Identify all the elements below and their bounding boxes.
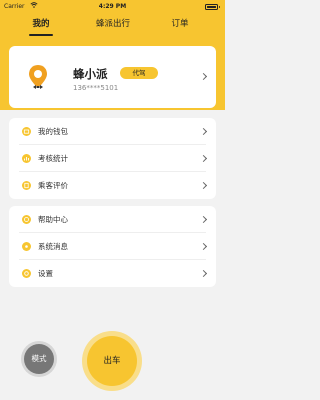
help-icon (22, 215, 31, 224)
battery-icon (205, 4, 220, 10)
menu-label: 帮助中心 (38, 215, 68, 224)
chevron-right-icon (199, 72, 208, 81)
message-icon (22, 242, 31, 251)
profile-card[interactable]: 蜂小派 代驾 136****5101 (9, 46, 216, 108)
tab-mine[interactable]: 我的 (29, 17, 53, 29)
chevron-right-icon (199, 242, 208, 251)
menu-item-stats[interactable]: 考核统计 (9, 145, 216, 172)
menu-label: 设置 (38, 269, 53, 278)
menu-label: 我的钱包 (38, 127, 68, 136)
menu-group-system: 帮助中心 系统消息 设置 (9, 206, 216, 287)
stats-icon (22, 154, 31, 163)
chevron-right-icon (199, 154, 208, 163)
tab-orders[interactable]: 订单 (168, 17, 192, 29)
chevron-right-icon (199, 215, 208, 224)
mode-button[interactable]: 模式 (24, 344, 54, 374)
menu-item-wallet[interactable]: 我的钱包 (9, 118, 216, 145)
tab-fengpai-travel[interactable]: 蜂派出行 (88, 17, 138, 29)
menu-label: 考核统计 (38, 154, 68, 163)
menu-label: 系统消息 (38, 242, 68, 251)
avatar-location-pin-icon (29, 65, 47, 89)
review-icon (22, 181, 31, 190)
start-driving-button[interactable]: 出车 (87, 336, 137, 386)
user-phone: 136****5101 (73, 84, 119, 92)
top-tabs: 我的 蜂派出行 订单 (0, 14, 225, 38)
status-time: 4:29 PM (98, 3, 127, 10)
menu-label: 乘客评价 (38, 181, 68, 190)
chevron-right-icon (199, 127, 208, 136)
driver-type-badge: 代驾 (120, 67, 158, 79)
menu-item-settings[interactable]: 设置 (9, 260, 216, 287)
chevron-right-icon (199, 269, 208, 278)
status-bar: Carrier 4:29 PM (0, 0, 225, 14)
wallet-icon (22, 127, 31, 136)
settings-icon (22, 269, 31, 278)
user-name: 蜂小派 (73, 67, 108, 81)
menu-item-messages[interactable]: 系统消息 (9, 233, 216, 260)
active-tab-indicator (29, 34, 53, 36)
menu-group-account: 我的钱包 考核统计 乘客评价 (9, 118, 216, 199)
menu-item-help[interactable]: 帮助中心 (9, 206, 216, 233)
chevron-right-icon (199, 181, 208, 190)
menu-item-reviews[interactable]: 乘客评价 (9, 172, 216, 199)
